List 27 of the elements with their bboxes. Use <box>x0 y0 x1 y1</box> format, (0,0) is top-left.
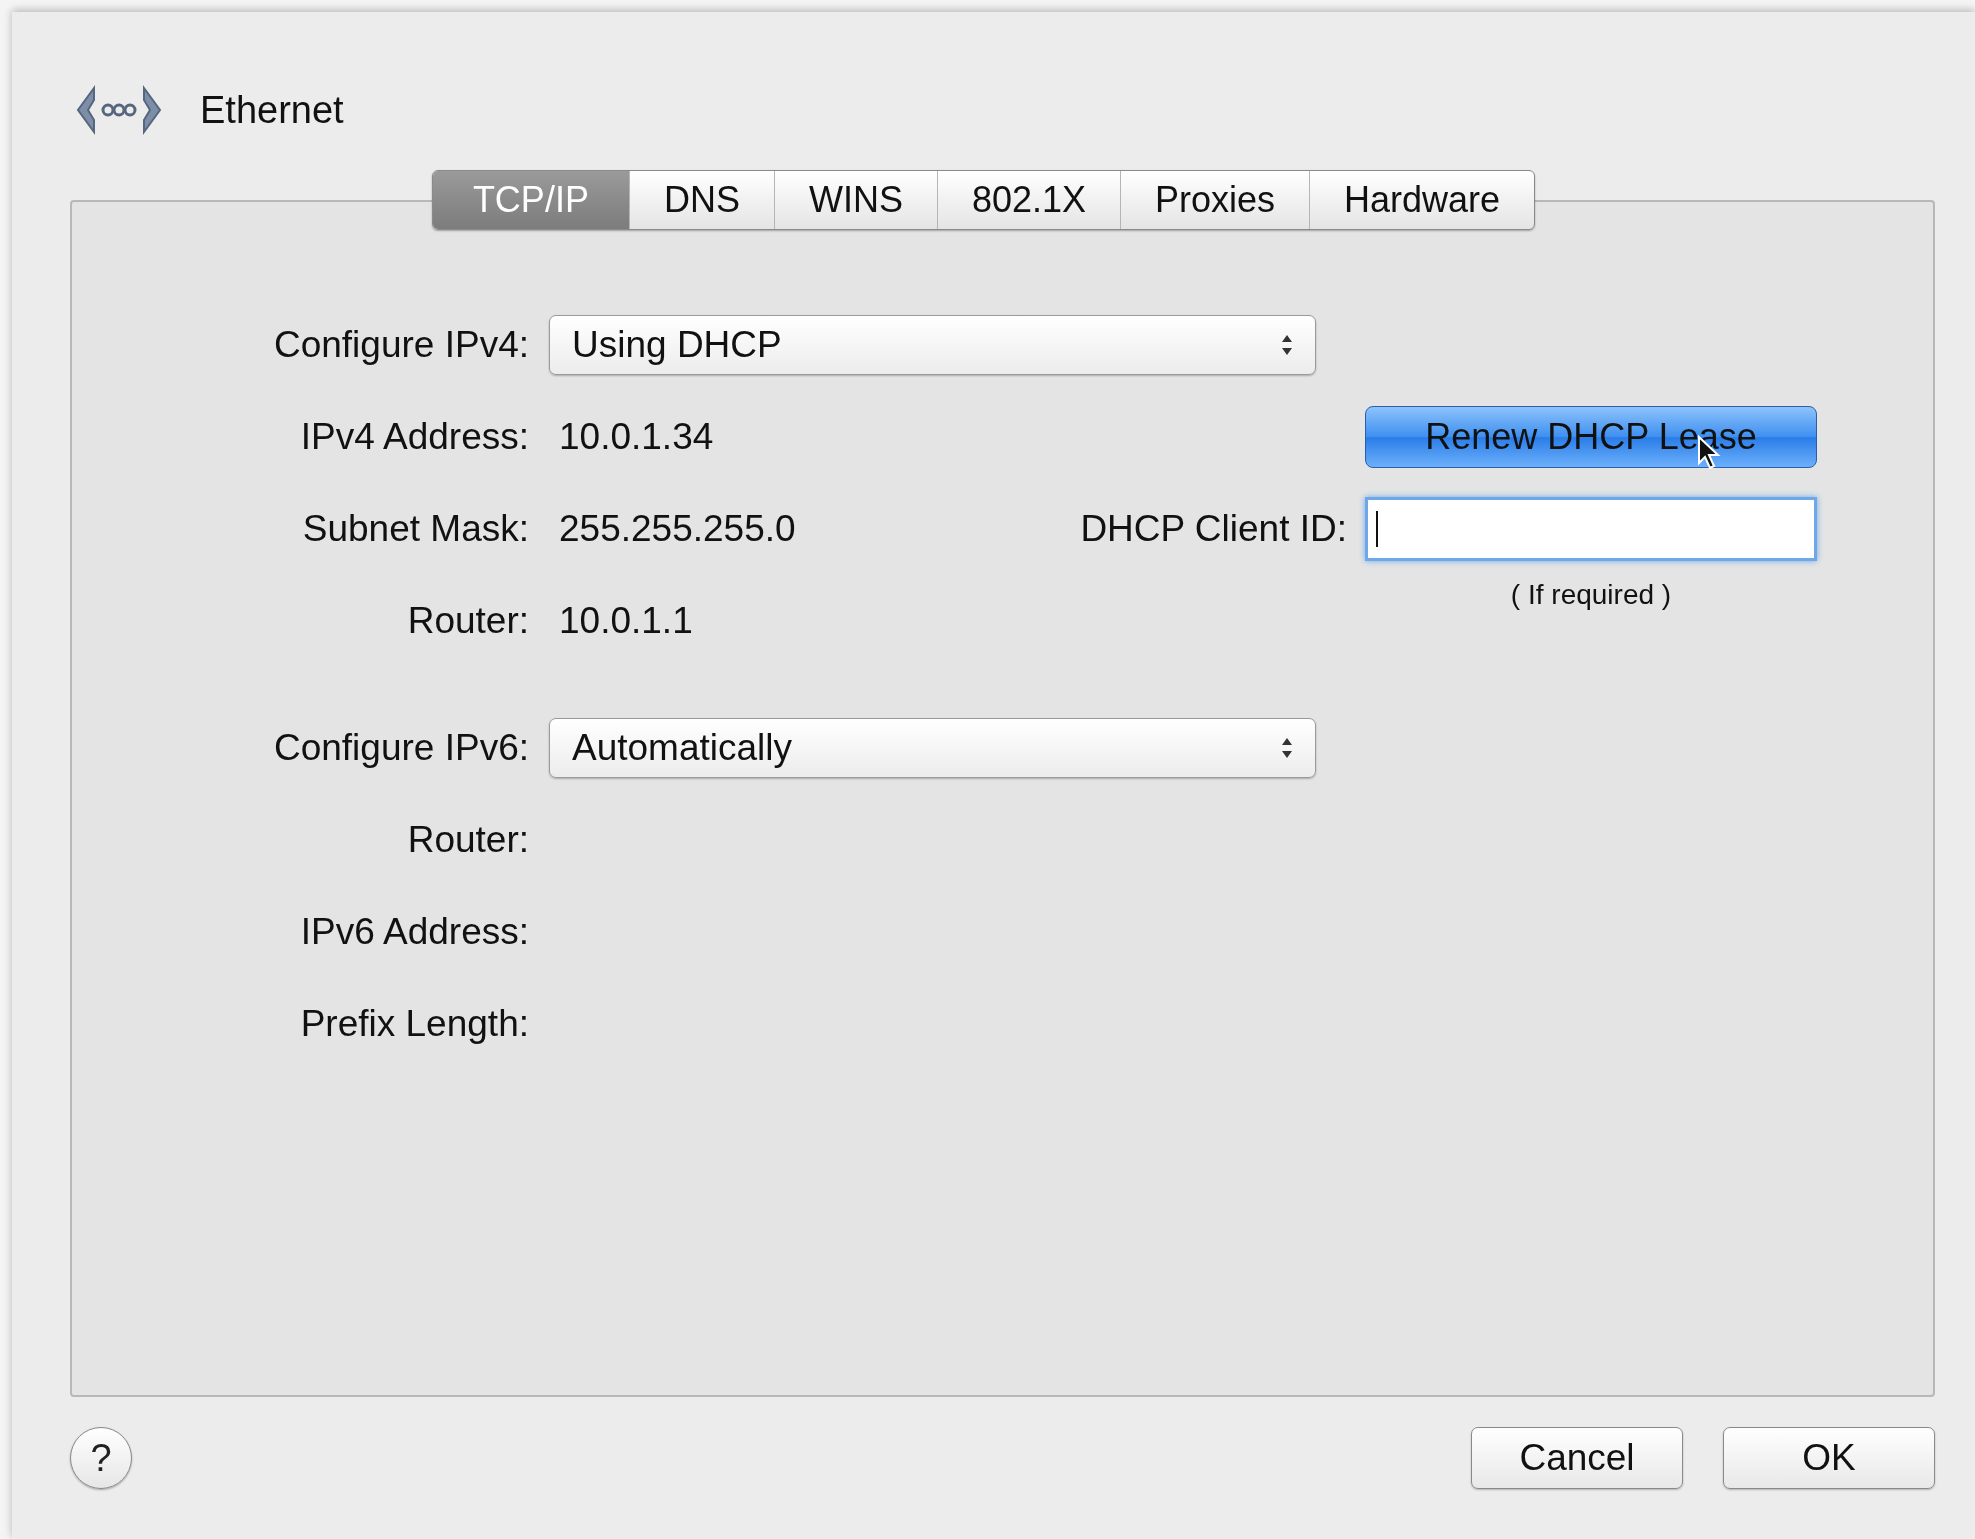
tab[interactable]: WINS <box>773 171 937 229</box>
field-label: IPv4 Address: <box>299 416 529 458</box>
input-field[interactable] <box>1365 497 1817 561</box>
up-down-arrows-icon <box>1281 333 1293 357</box>
help-button[interactable]: ? <box>70 1427 132 1489</box>
field-label: IPv6 Address: <box>299 911 529 953</box>
field-label: Router: <box>406 600 529 642</box>
popup-menu[interactable]: Automatically <box>549 718 1316 778</box>
field-label: Prefix Length: <box>299 1003 529 1045</box>
field-value: 10.0.1.1 <box>559 600 694 642</box>
field-label: DHCP Client ID: <box>1080 508 1347 550</box>
field-label: Router: <box>406 819 529 861</box>
tab[interactable]: DNS <box>628 171 774 229</box>
tab[interactable]: Hardware <box>1309 171 1535 229</box>
field-value: 10.0.1.34 <box>559 416 715 458</box>
popup-menu[interactable]: Using DHCP <box>549 315 1316 375</box>
field-label: Configure IPv6: <box>272 727 529 769</box>
hint-text: ( If required ) <box>1509 579 1673 611</box>
field-label: Configure IPv4: <box>272 324 529 366</box>
field-label: Subnet Mask: <box>301 508 529 550</box>
field-value: 255.255.255.0 <box>559 508 797 550</box>
tab[interactable]: 802.1X <box>936 171 1120 229</box>
dialog-button[interactable]: Cancel <box>1471 1427 1683 1489</box>
up-down-arrows-icon <box>1281 736 1293 760</box>
tab[interactable]: Proxies <box>1120 171 1310 229</box>
window-title: Ethernet <box>200 88 344 132</box>
dialog-button[interactable]: OK <box>1723 1427 1935 1489</box>
